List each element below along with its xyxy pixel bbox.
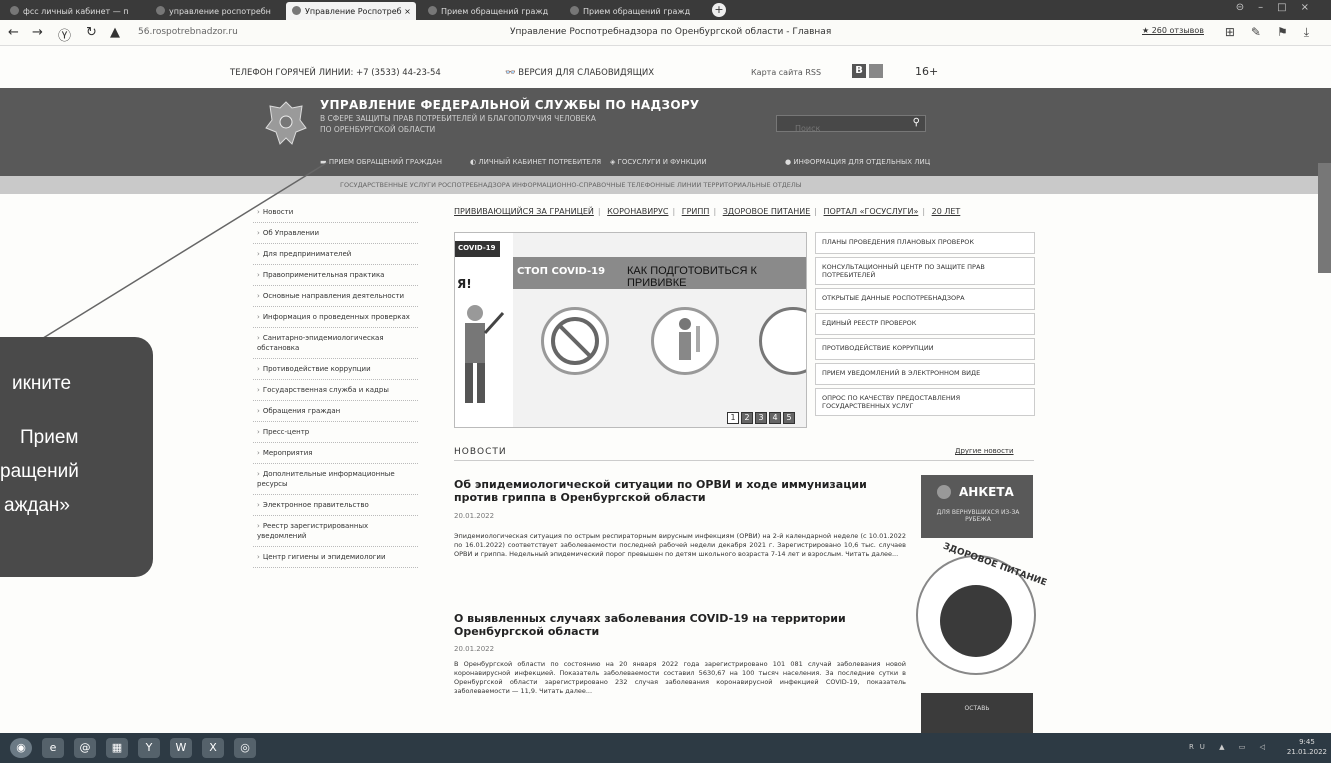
banner-page-button[interactable]: 5 <box>783 412 795 424</box>
annotation-callout: икните Прием ращений аждан» <box>0 337 153 577</box>
browser-toolbar-icons[interactable]: ⊞✎⚑⤓ <box>1225 25 1325 40</box>
right-links-list: ПЛАНЫ ПРОВЕДЕНИЯ ПЛАНОВЫХ ПРОВЕРОК КОНСУ… <box>815 232 1035 419</box>
right-link[interactable]: ЕДИНЫЙ РЕЕСТР ПРОВЕРОК <box>815 313 1035 335</box>
banner-page-button[interactable]: 3 <box>755 412 767 424</box>
browser-icon[interactable]: @ <box>74 738 96 758</box>
sidebar-item-civil-service[interactable]: Государственная служба и кадры <box>253 380 418 401</box>
browser-tab[interactable]: Прием обращений гражд <box>422 2 558 20</box>
favicon-icon <box>570 6 579 15</box>
banner-page-button[interactable]: 2 <box>741 412 753 424</box>
org-subtitle: В СФЕРЕ ЗАЩИТЫ ПРАВ ПОТРЕБИТЕЛЕЙ И БЛАГО… <box>320 114 596 123</box>
survey-title: АНКЕТА <box>959 485 1014 499</box>
right-link[interactable]: ПРИЕМ УВЕДОМЛЕНИЙ В ЭЛЕКТРОННОМ ВИДЕ <box>815 363 1035 385</box>
sidebar-item-events[interactable]: Мероприятия <box>253 443 418 464</box>
banner-pagination: 12345 <box>727 405 797 424</box>
browser-tab[interactable]: Прием обращений гражд <box>564 2 704 20</box>
callout-text: икните <box>12 373 72 394</box>
healthy-food-figure-icon <box>940 585 1012 657</box>
nav-consumer-cabinet[interactable]: ◐ ЛИЧНЫЙ КАБИНЕТ ПОТРЕБИТЕЛЯ <box>470 158 601 166</box>
sitemap-link[interactable]: Карта сайта RSS <box>751 68 821 77</box>
favicon-icon <box>428 6 437 15</box>
sidebar-item-appeals[interactable]: Обращения граждан <box>253 401 418 422</box>
sidebar-item-resources[interactable]: Дополнительные информационные ресурсы <box>253 464 418 495</box>
banner-page-button[interactable]: 4 <box>769 412 781 424</box>
toplink[interactable]: ПРИВИВАЮЩИЙСЯ ЗА ГРАНИЦЕЙ <box>454 207 594 216</box>
no-virus-icon <box>541 307 609 375</box>
sidebar-item-egov[interactable]: Электронное правительство <box>253 495 418 516</box>
search-box: ⚲ <box>776 115 926 136</box>
nav-special-info[interactable]: ● ИНФОРМАЦИЯ ДЛЯ ОТДЕЛЬНЫХ ЛИЦ <box>785 158 930 166</box>
yandex-taskbar-icon[interactable]: Y <box>138 738 160 758</box>
news-text: В Оренбургской области по состоянию на 2… <box>454 660 906 695</box>
right-link[interactable]: КОНСУЛЬТАЦИОННЫЙ ЦЕНТР ПО ЗАЩИТЕ ПРАВ ПО… <box>815 257 1035 285</box>
search-icon[interactable]: ⚲ <box>913 117 920 128</box>
os-taskbar: ◉ e @ ▦ Y W X ◎ RU ▲ ▭ ◁ 9:45 21.01.2022 <box>0 733 1331 763</box>
covid-tag: COVID-19 <box>455 241 500 257</box>
top-links: ПРИВИВАЮЩИЙСЯ ЗА ГРАНИЦЕЙ | КОРОНАВИРУС | … <box>454 207 961 216</box>
start-icon[interactable]: ◉ <box>10 738 32 758</box>
news-title[interactable]: Об эпидемиологической ситуации по ОРВИ и… <box>454 478 914 504</box>
survey-subtitle: ДЛЯ ВЕРНУВШИХСЯ ИЗ-ЗА РУБЕЖА <box>936 509 1020 523</box>
news-text: Эпидемиологическая ситуация по острым ре… <box>454 532 906 558</box>
contrast-button[interactable] <box>869 64 883 78</box>
age-rating: 16+ <box>915 65 939 78</box>
ie-icon[interactable]: e <box>42 738 64 758</box>
survey-banner[interactable]: АНКЕТА ДЛЯ ВЕРНУВШИХСЯ ИЗ-ЗА РУБЕЖА <box>921 475 1033 538</box>
annotation-arrow-icon <box>39 161 329 341</box>
callout-text: аждан» <box>4 495 70 516</box>
callout-text: Прием <box>20 427 79 448</box>
new-tab-button[interactable]: + <box>712 3 726 17</box>
news-title[interactable]: О выявленных случаях заболевания COVID-1… <box>454 612 914 638</box>
toplink[interactable]: КОРОНАВИРУС <box>607 207 668 216</box>
right-link[interactable]: ПЛАНЫ ПРОВЕДЕНИЯ ПЛАНОВЫХ ПРОВЕРОК <box>815 232 1035 254</box>
low-vision-version-link[interactable]: 👓 ВЕРСИЯ ДЛЯ СЛАБОВИДЯЩИХ <box>505 68 654 78</box>
main-banner[interactable]: COVID-19 Я! СТОП COVID-19 КАК ПОДГОТОВИТ… <box>454 232 807 428</box>
side-social-widget[interactable] <box>1318 163 1331 273</box>
banner-headline: КАК ПОДГОТОВИТЬСЯ К ПРИВИВКЕ <box>627 265 757 289</box>
system-tray[interactable]: RU ▲ ▭ ◁ <box>1189 743 1271 751</box>
news-date: 20.01.2022 <box>454 645 495 653</box>
callout-text: ращений <box>0 461 79 482</box>
search-input[interactable] <box>777 121 897 136</box>
right-link[interactable]: ПРОТИВОДЕЙСТВИЕ КОРРУПЦИИ <box>815 338 1035 360</box>
promo-banner[interactable]: ОСТАВЬ <box>921 693 1033 733</box>
word-icon[interactable]: W <box>170 738 192 758</box>
font-size-button[interactable]: B <box>852 64 866 78</box>
sidebar-item-press[interactable]: Пресс-центр <box>253 422 418 443</box>
excel-icon[interactable]: X <box>202 738 224 758</box>
glasses-icon: 👓 <box>505 68 519 78</box>
reviews-link[interactable]: ★ 260 отзывов <box>1142 26 1204 35</box>
sub-nav-links[interactable]: ГОСУДАРСТВЕННЫЕ УСЛУГИ РОСПОТРЕБНАДЗОРА … <box>340 181 802 189</box>
all-news-link[interactable]: Другие новости <box>955 447 1014 455</box>
stop-covid-logo: СТОП COVID-19 <box>517 266 606 277</box>
service-icon: ◈ <box>610 158 618 166</box>
page-title: Управление Роспотребнадзора по Оренбургс… <box>510 27 832 37</box>
news-date: 20.01.2022 <box>454 512 495 520</box>
toplink[interactable]: ГРИПП <box>682 207 710 216</box>
toplink[interactable]: 20 ЛЕТ <box>932 207 961 216</box>
banner-side-text: Я! <box>457 277 472 291</box>
toplink[interactable]: ЗДОРОВОЕ ПИТАНИЕ <box>723 207 811 216</box>
toplink[interactable]: ПОРТАЛ «ГОСУСЛУГИ» <box>824 207 919 216</box>
app-icon[interactable]: ◎ <box>234 738 256 758</box>
right-link[interactable]: ОТКРЫТЫЕ ДАННЫЕ РОСПОТРЕБНАДЗОРА <box>815 288 1035 310</box>
person-thermometer-icon <box>651 307 719 375</box>
nav-gosuslugi[interactable]: ◈ ГОСУСЛУГИ И ФУНКЦИИ <box>610 158 707 166</box>
banner-page-button[interactable]: 1 <box>727 412 739 424</box>
window-controls[interactable]: ⊝–□× <box>1236 2 1323 13</box>
person-illustration-icon <box>465 305 505 403</box>
sidebar-item-hygiene-center[interactable]: Центр гигиены и эпидемиологии <box>253 547 418 568</box>
folder-icon[interactable]: ▦ <box>106 738 128 758</box>
news-heading: НОВОСТИ <box>454 447 507 457</box>
sidebar-item-anticorruption[interactable]: Противодействие коррупции <box>253 359 418 380</box>
divider <box>454 460 1034 461</box>
right-link[interactable]: ОПРОС ПО КАЧЕСТВУ ПРЕДОСТАВЛЕНИЯ ГОСУДАР… <box>815 388 1035 416</box>
sidebar-item-registry[interactable]: Реестр зарегистрированных уведомлений <box>253 516 418 547</box>
clock[interactable]: 9:45 21.01.2022 <box>1287 737 1327 757</box>
org-title: УПРАВЛЕНИЕ ФЕДЕРАЛЬНОЙ СЛУЖБЫ ПО НАДЗОРУ <box>320 98 700 112</box>
survey-icon <box>937 485 951 499</box>
